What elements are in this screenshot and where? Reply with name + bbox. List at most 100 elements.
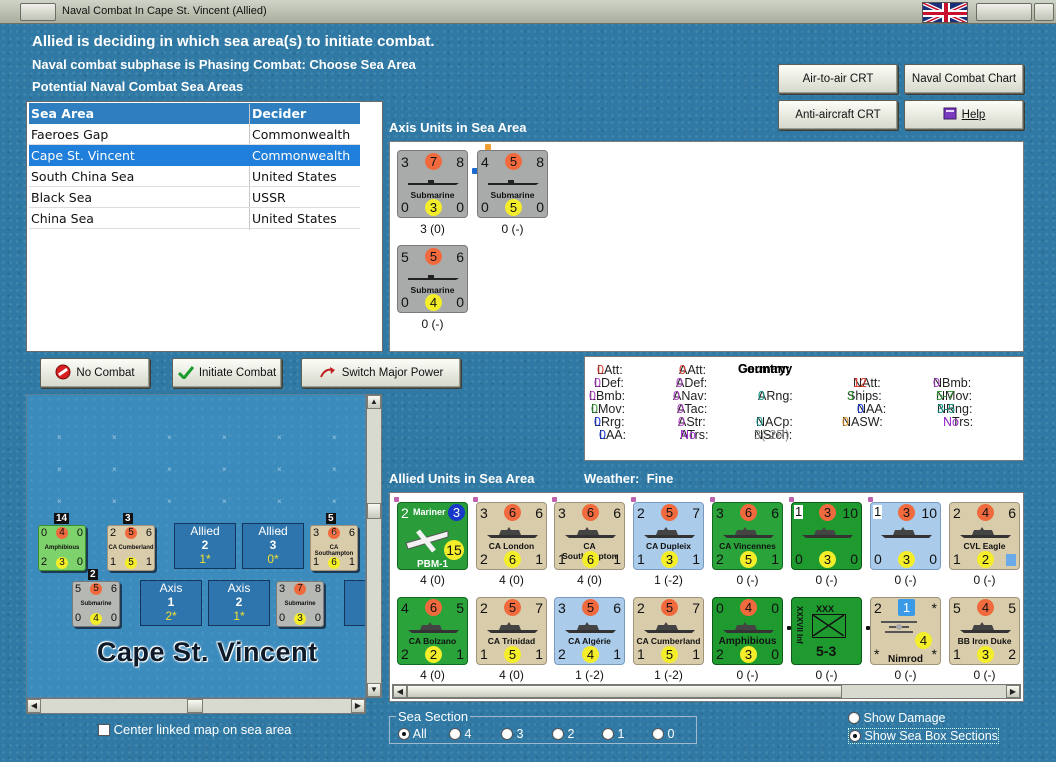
allied-unit-card[interactable]: 3 6 6 CA London 2 6 1 — [476, 502, 547, 570]
unit-name: BB Iron Duke — [957, 636, 1012, 646]
sea-area-map[interactable]: Cape St. Vincent Allied 2 1* Allied 3 0* Axi… — [26, 394, 366, 698]
unit-stat: 0 — [76, 527, 83, 539]
initiate-combat-button[interactable]: Initiate Combat — [172, 358, 282, 388]
table-row[interactable]: South China Sea United States — [29, 166, 360, 187]
allied-unit-card[interactable]: 2 5 7 CA Dupleix 1 3 1 — [633, 502, 704, 570]
allied-unit-card[interactable]: 2 1 * 4 * Nimrod * — [870, 597, 941, 665]
allied-box-3[interactable]: Allied 3 0* — [242, 523, 304, 569]
allied-unit-card[interactable]: 5 4 5 BB Iron Duke 1 3 2 — [949, 597, 1020, 665]
sea-section-all[interactable]: All — [398, 727, 427, 741]
map-vertical-scrollbar[interactable]: ▲ ▼ — [366, 394, 382, 698]
map-unit-counter[interactable]: 2 5 6 CA Cumberland 1 5 1 — [107, 525, 155, 571]
axis-unit-card[interactable]: 3 7 8 Submarine 0 3 0 — [397, 150, 468, 218]
map-horizontal-scrollbar[interactable]: ◀ ▶ — [26, 698, 366, 714]
unit-stat: 7 — [692, 600, 700, 616]
restore-button[interactable] — [976, 3, 1032, 21]
box-num: 2 — [235, 595, 243, 609]
scroll-thumb[interactable] — [367, 503, 381, 519]
sea-section-2[interactable]: 2 — [552, 727, 574, 741]
no-combat-button[interactable]: No Combat — [40, 358, 150, 388]
radio-icon[interactable] — [449, 728, 461, 740]
naval-combat-chart-button[interactable]: Naval Combat Chart — [904, 64, 1024, 94]
radio-icon[interactable] — [398, 728, 410, 740]
unit-stat: * — [931, 646, 937, 662]
unit-name: PBM-1 — [416, 559, 449, 570]
map-sea-area-title: Cape St. Vincent — [97, 637, 318, 667]
sea-section-0[interactable]: 0 — [652, 727, 674, 741]
map-unit-counter[interactable]: 5 5 6 Submarine 0 4 0 — [72, 581, 120, 627]
air-to-air-crt-button[interactable]: Air-to-air CRT — [778, 64, 898, 94]
center-map-checkbox[interactable] — [98, 724, 110, 736]
unit-defense: 4 — [90, 613, 102, 625]
radio-icon[interactable] — [652, 728, 664, 740]
allied-unit-card[interactable]: XXX XXXVII Inf 5-3 — [791, 597, 862, 665]
help-button[interactable]: Help — [904, 100, 1024, 130]
map-unit-counter[interactable]: 3 7 8 Submarine 0 3 0 — [276, 581, 324, 627]
radio-icon[interactable] — [552, 728, 564, 740]
allied-unit-card[interactable]: 3 5 6 CA Algérie 2 4 1 — [554, 597, 625, 665]
scroll-thumb[interactable] — [187, 699, 203, 713]
allied-unit-card[interactable]: 4 6 5 CA Bolzano 2 2 1 — [397, 597, 468, 665]
stack-count-badge: 5 — [326, 513, 336, 524]
potential-areas-label: Potential Naval Combat Sea Areas — [32, 79, 244, 94]
axis-box-2[interactable]: Axis 2 1* — [208, 580, 270, 626]
unit-defense: 5 — [504, 646, 521, 663]
sea-section-4[interactable]: 4 — [449, 727, 471, 741]
scroll-thumb[interactable] — [407, 685, 842, 698]
table-row[interactable]: Faeroes Gap Commonwealth — [29, 124, 360, 145]
unit-stat: 2 — [401, 646, 409, 662]
table-row-selected[interactable]: Cape St. Vincent Commonwealth — [29, 145, 360, 166]
allied-horizontal-scrollbar[interactable]: ◀ ▶ — [392, 684, 1021, 699]
scroll-left-icon[interactable]: ◀ — [27, 699, 41, 713]
unit-stat: 1 — [771, 551, 779, 567]
table-row[interactable]: Black Sea USSR — [29, 187, 360, 208]
axis-unit-card[interactable]: 4 5 8 Submarine 0 5 0 — [477, 150, 548, 218]
sea-section-3[interactable]: 3 — [501, 727, 523, 741]
allied-unit-card[interactable]: 246CVL Eagle121 — [949, 502, 1020, 570]
allied-unit-card[interactable]: 2 5 7 CA Trinidad 1 5 1 — [476, 597, 547, 665]
system-menu-button[interactable] — [20, 3, 56, 21]
allied-unit-card[interactable]: 3 6 6 CA Vincennes 2 5 1 — [712, 502, 783, 570]
allied-unit-card[interactable]: 2 5 7 CA Cumberland 1 5 1 — [633, 597, 704, 665]
allied-unit-card[interactable]: 1 3 10 0 3 0 — [791, 502, 862, 570]
allied-box-2[interactable]: Allied 2 1* — [174, 523, 236, 569]
box-num: 3 — [269, 538, 277, 552]
radio-icon[interactable] — [848, 712, 860, 724]
axis-unit-card[interactable]: 5 5 6 Submarine 0 4 0 — [397, 245, 468, 313]
unit-stat: 2 — [1008, 646, 1016, 662]
sea-section-1[interactable]: 1 — [602, 727, 624, 741]
axis-box-1[interactable]: Axis 1 2* — [140, 580, 202, 626]
table-row[interactable]: China Sea United States — [29, 208, 360, 229]
show-damage-option[interactable]: Show Damage — [848, 711, 945, 725]
scroll-right-icon[interactable]: ▶ — [1006, 685, 1020, 698]
title-bar: Naval Combat In Cape St. Vincent (Allied… — [0, 0, 1056, 24]
unit-stat: 1 — [873, 504, 883, 519]
switch-major-power-button[interactable]: Switch Major Power — [301, 358, 461, 388]
scroll-right-icon[interactable]: ▶ — [351, 699, 365, 713]
axis-box-3[interactable]: A — [344, 580, 365, 626]
unit-attack: 4 — [977, 599, 994, 616]
unit-defense: 5 — [125, 557, 137, 569]
unit-name: Amphibious — [44, 545, 80, 551]
unit-stat: * — [931, 600, 937, 616]
scroll-up-icon[interactable]: ▲ — [367, 395, 381, 409]
unit-stat: 1 — [692, 646, 700, 662]
scroll-down-icon[interactable]: ▼ — [367, 683, 381, 697]
radio-icon[interactable] — [501, 728, 513, 740]
unit-stat: 0 — [314, 612, 321, 624]
center-map-option[interactable]: Center linked map on sea area — [98, 722, 291, 737]
radio-icon[interactable] — [849, 730, 861, 742]
close-button[interactable] — [1034, 3, 1054, 21]
allied-unit-card[interactable]: 366CA Southampton161 — [554, 502, 625, 570]
unit-stat: 0 — [75, 612, 82, 624]
show-sections-option[interactable]: Show Sea Box Sections — [848, 728, 999, 744]
allied-unit-card[interactable]: 2 Mariner 3 15 PBM-1 — [397, 502, 468, 570]
allied-unit-card[interactable]: 0 4 0 Amphibious 2 3 0 — [712, 597, 783, 665]
anti-aircraft-crt-button[interactable]: Anti-aircraft CRT — [778, 100, 898, 130]
map-unit-counter[interactable]: 0 4 0 Amphibious 2 3 0 — [38, 525, 86, 571]
allied-unit-card[interactable]: 1 3 10 0 3 0 — [870, 502, 941, 570]
radio-icon[interactable] — [602, 728, 614, 740]
scroll-left-icon[interactable]: ◀ — [393, 685, 407, 698]
unit-attack: 5 — [661, 599, 678, 616]
unit-stat: 3 — [480, 505, 488, 521]
